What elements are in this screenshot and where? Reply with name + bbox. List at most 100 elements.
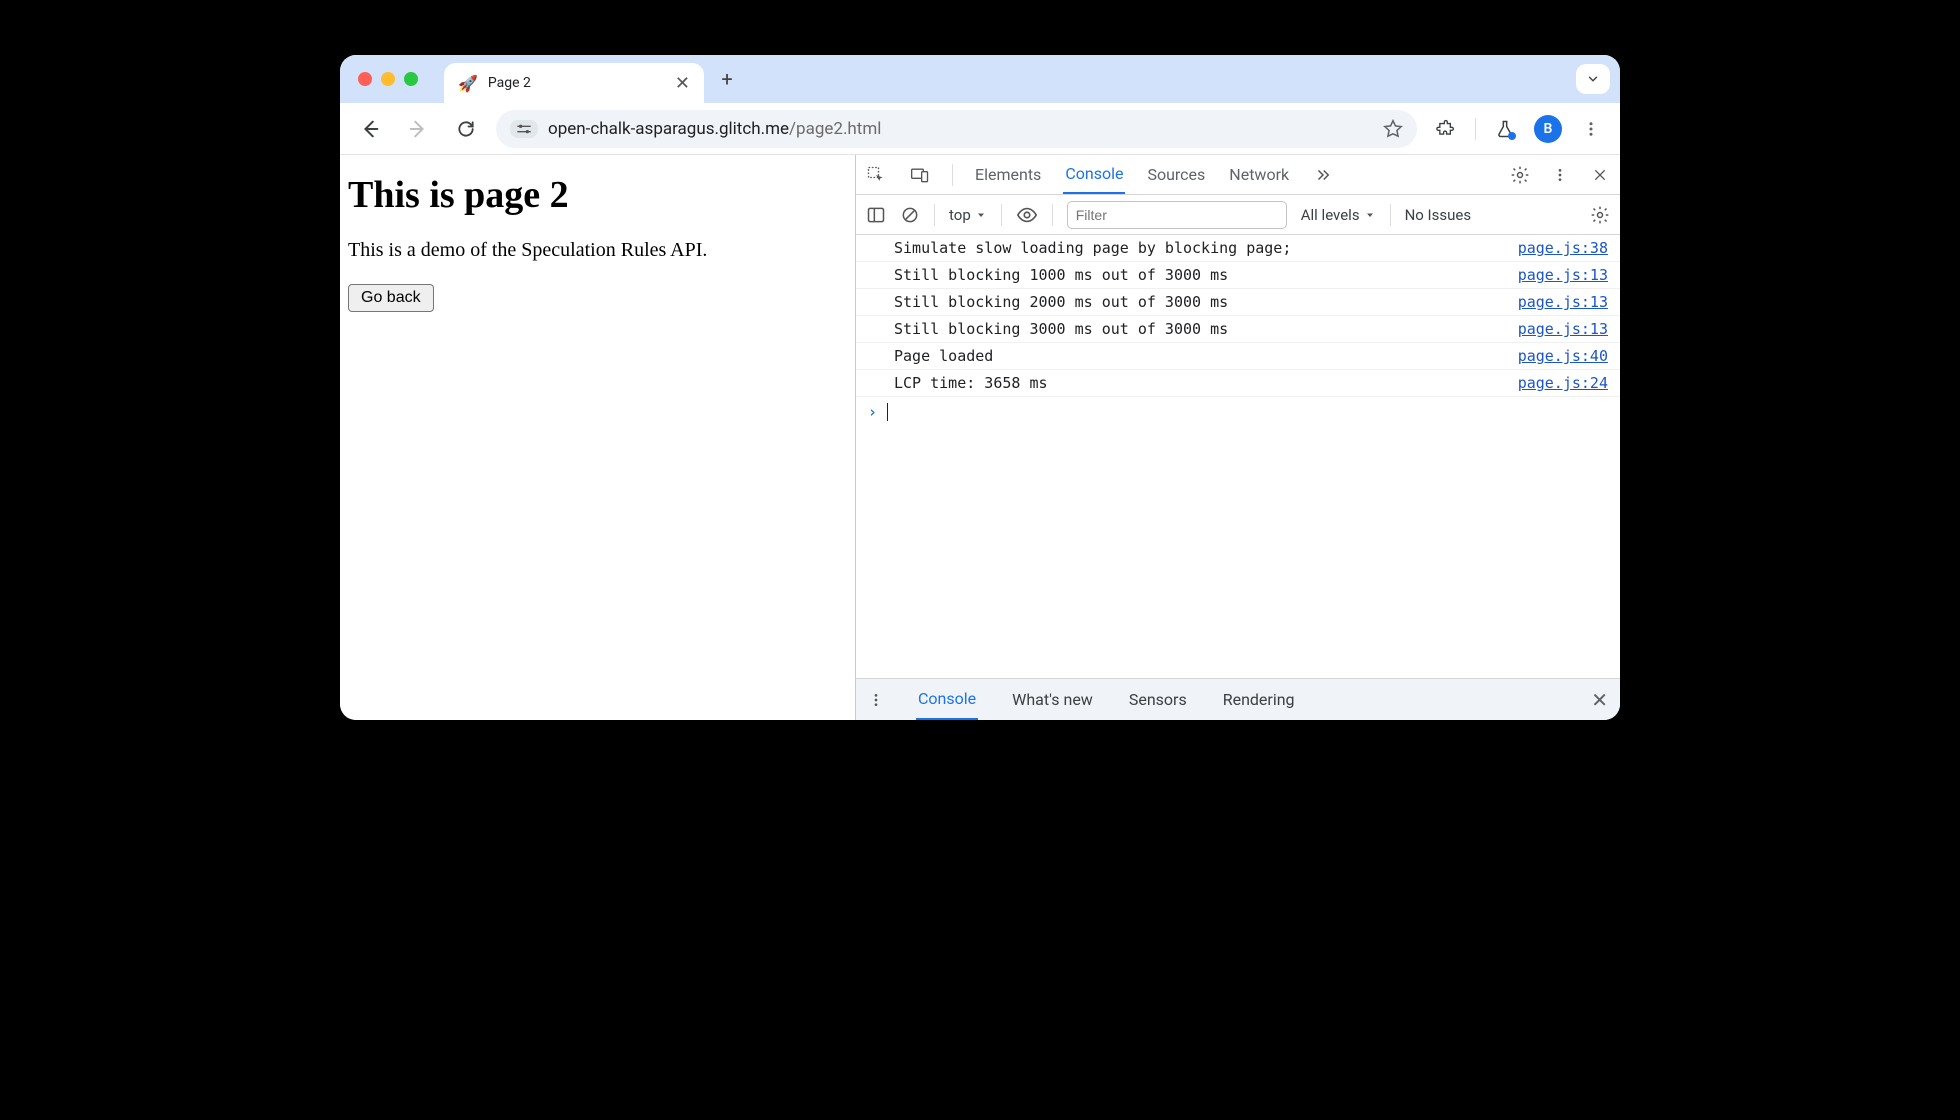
devtools-panel: Elements Console Sources Network [856,155,1620,720]
console-log-row: Page loadedpage.js:40 [856,343,1620,370]
devtools-drawer: Console What's new Sensors Rendering ✕ [856,678,1620,720]
address-bar[interactable]: open-chalk-asparagus.glitch.me/page2.htm… [496,110,1417,148]
inspect-icon [866,165,886,185]
console-log-row: Still blocking 2000 ms out of 3000 mspag… [856,289,1620,316]
inspect-element-button[interactable] [864,165,888,185]
console-log-row: Still blocking 3000 ms out of 3000 mspag… [856,316,1620,343]
close-window-button[interactable] [358,72,372,86]
labs-button[interactable] [1488,112,1522,146]
tab-favicon-icon: 🚀 [458,74,478,93]
text-cursor [887,403,888,421]
devtools-settings-button[interactable] [1508,165,1532,185]
minimize-window-button[interactable] [381,72,395,86]
log-levels-selector[interactable]: All levels [1301,206,1376,224]
arrow-left-icon [359,118,381,140]
context-label: top [949,206,971,224]
url-text: open-chalk-asparagus.glitch.me/page2.htm… [548,119,881,139]
clear-icon [900,205,920,225]
divider [1001,204,1002,226]
log-source-link[interactable]: page.js:13 [1518,293,1608,311]
page-paragraph: This is a demo of the Speculation Rules … [348,239,847,262]
divider [1390,204,1391,226]
clear-console-button[interactable] [900,205,920,225]
triangle-down-icon [975,209,987,221]
levels-label: All levels [1301,206,1360,224]
console-prompt[interactable]: › [856,397,1620,427]
issues-label[interactable]: No Issues [1405,206,1472,224]
tab-console[interactable]: Console [1063,155,1125,194]
devtools-tab-bar: Elements Console Sources Network [856,155,1620,195]
star-icon [1383,119,1403,139]
more-tabs-button[interactable] [1311,166,1335,184]
divider [934,204,935,226]
site-settings-icon[interactable] [510,120,538,138]
chevron-right-icon: › [868,403,877,421]
sidebar-icon [866,205,886,225]
console-filter-input[interactable] [1067,201,1287,229]
go-back-button[interactable]: Go back [348,284,434,312]
tab-network[interactable]: Network [1227,156,1291,193]
gear-icon [1510,165,1530,185]
console-log-row: Still blocking 1000 ms out of 3000 mspag… [856,262,1620,289]
close-tab-button[interactable]: ✕ [675,73,690,94]
log-source-link[interactable]: page.js:13 [1518,320,1608,338]
drawer-menu-button[interactable] [868,692,884,708]
log-message: Still blocking 3000 ms out of 3000 ms [894,320,1518,338]
browser-window: 🚀 Page 2 ✕ + open-chalk-asparagus.glitch… [340,55,1620,720]
content-area: This is page 2 This is a demo of the Spe… [340,155,1620,720]
double-chevron-right-icon [1314,166,1332,184]
kebab-icon [1552,167,1568,183]
url-host: open-chalk-asparagus.glitch.me [548,119,789,139]
profile-avatar[interactable]: B [1534,115,1562,143]
console-output: Simulate slow loading page by blocking p… [856,235,1620,678]
drawer-tab-whats-new[interactable]: What's new [1010,680,1095,719]
triangle-down-icon [1364,209,1376,221]
kebab-icon [1582,120,1600,138]
browser-menu-button[interactable] [1574,112,1608,146]
log-source-link[interactable]: page.js:13 [1518,266,1608,284]
chevron-down-icon [1586,72,1600,86]
back-button[interactable] [352,111,388,147]
drawer-tab-rendering[interactable]: Rendering [1221,680,1297,719]
close-icon [1592,167,1608,183]
log-source-link[interactable]: page.js:24 [1518,374,1608,392]
close-drawer-button[interactable]: ✕ [1591,688,1608,712]
devices-icon [910,165,930,185]
log-source-link[interactable]: page.js:40 [1518,347,1608,365]
tab-elements[interactable]: Elements [973,156,1043,193]
maximize-window-button[interactable] [404,72,418,86]
console-settings-button[interactable] [1590,205,1610,225]
context-selector[interactable]: top [949,206,987,224]
tab-title: Page 2 [488,75,665,91]
drawer-tab-sensors[interactable]: Sensors [1127,680,1189,719]
url-path: /page2.html [789,119,881,139]
drawer-tab-console[interactable]: Console [916,679,978,720]
kebab-icon [868,692,884,708]
console-toolbar: top All levels No Issues [856,195,1620,235]
page-heading: This is page 2 [348,173,847,217]
reload-icon [456,119,476,139]
live-expression-button[interactable] [1016,204,1038,226]
avatar-initial: B [1544,121,1553,137]
browser-tab[interactable]: 🚀 Page 2 ✕ [444,63,704,103]
bookmark-button[interactable] [1383,119,1403,139]
tab-sources[interactable]: Sources [1145,156,1207,193]
device-toolbar-button[interactable] [908,165,932,185]
reload-button[interactable] [448,111,484,147]
toggle-sidebar-button[interactable] [866,205,886,225]
divider [1052,204,1053,226]
new-tab-button[interactable]: + [712,64,742,94]
devtools-menu-button[interactable] [1548,167,1572,183]
log-message: Page loaded [894,347,1518,365]
tab-overflow-button[interactable] [1576,64,1610,94]
forward-button[interactable] [400,111,436,147]
console-log-row: Simulate slow loading page by blocking p… [856,235,1620,262]
close-devtools-button[interactable] [1588,167,1612,183]
page-viewport: This is page 2 This is a demo of the Spe… [340,155,856,720]
extensions-button[interactable] [1429,112,1463,146]
arrow-right-icon [407,118,429,140]
tab-strip: 🚀 Page 2 ✕ + [340,55,1620,103]
divider [952,164,953,186]
log-source-link[interactable]: page.js:38 [1518,239,1608,257]
browser-toolbar: open-chalk-asparagus.glitch.me/page2.htm… [340,103,1620,155]
